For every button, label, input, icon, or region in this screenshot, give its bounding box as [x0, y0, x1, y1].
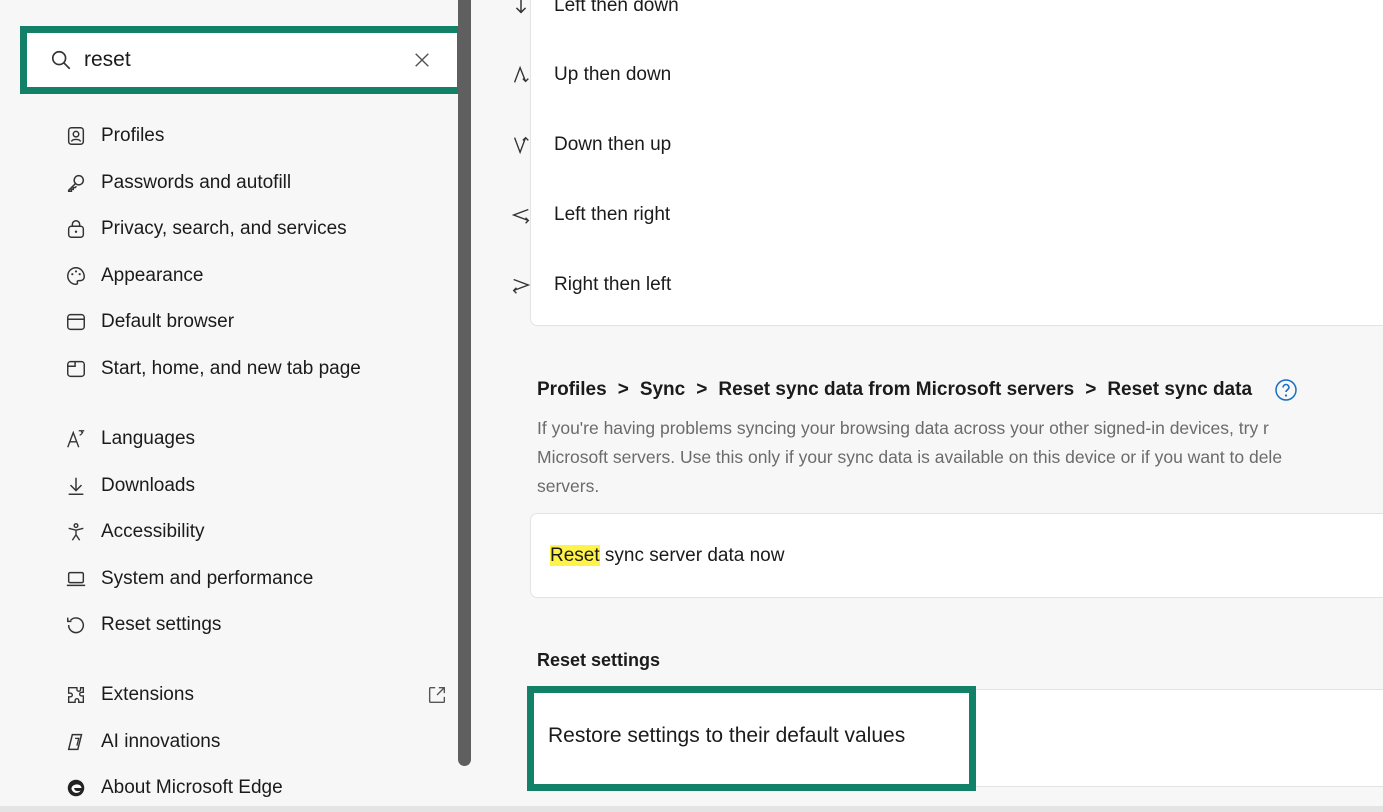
gesture-label: Right then left: [554, 274, 672, 295]
sidebar-item-downloads[interactable]: Downloads: [64, 471, 414, 501]
home-tab-icon: [64, 357, 88, 381]
gesture-label: Up then down: [554, 64, 672, 85]
sidebar-item-default-browser[interactable]: Default browser: [64, 307, 414, 337]
gesture-up-down-icon: [510, 64, 532, 86]
description-line: If you're having problems syncing your b…: [537, 418, 1269, 438]
sidebar-item-label: Appearance: [101, 265, 204, 286]
sidebar-item-ai-innovations[interactable]: AI innovations: [64, 727, 414, 757]
gesture-row[interactable]: Left then right: [511, 200, 671, 230]
bottom-divider: [0, 806, 1383, 812]
sidebar-item-label: Default browser: [101, 311, 235, 332]
row-label-rest: sync server data now: [599, 545, 785, 566]
lock-icon: [64, 217, 88, 241]
profiles-icon: [64, 124, 88, 148]
close-icon[interactable]: [413, 51, 431, 69]
sidebar-item-label: Start, home, and new tab page: [101, 358, 361, 379]
browser-icon: [64, 310, 88, 334]
language-icon: [64, 427, 88, 451]
sidebar-item-accessibility[interactable]: Accessibility: [64, 517, 414, 547]
sidebar-item-label: Accessibility: [101, 521, 205, 542]
sidebar-item-appearance[interactable]: Appearance: [64, 261, 414, 291]
external-link-icon: [428, 686, 446, 704]
search-icon: [51, 50, 71, 70]
accessibility-icon: [64, 520, 88, 544]
sidebar-item-languages[interactable]: Languages: [64, 424, 414, 454]
breadcrumb-item[interactable]: Sync: [640, 379, 685, 401]
breadcrumb-separator: >: [696, 379, 708, 400]
search-match-highlight: Reset: [550, 545, 600, 566]
breadcrumb-separator: >: [1085, 379, 1097, 400]
palette-icon: [64, 264, 88, 288]
gesture-left-right-icon: [510, 204, 532, 226]
sidebar-item-extensions[interactable]: Extensions: [64, 680, 446, 710]
gesture-row[interactable]: Right then left: [512, 270, 672, 300]
sidebar-item-label: Profiles: [101, 125, 165, 146]
sync-description: If you're having problems syncing your b…: [537, 414, 1383, 501]
search-settings-box[interactable]: [20, 26, 464, 94]
sidebar-item-label: AI innovations: [101, 731, 221, 752]
sidebar-item-label: About Microsoft Edge: [101, 777, 283, 798]
restore-settings-row-label[interactable]: Restore settings to their default values: [548, 724, 905, 748]
help-icon[interactable]: [1274, 378, 1298, 402]
sidebar-item-label: Languages: [101, 428, 196, 449]
settings-sidebar: Profiles Passwords and autofill Privacy,…: [0, 0, 472, 812]
key-icon: [64, 171, 88, 195]
breadcrumb-item[interactable]: Reset sync data: [1107, 379, 1252, 401]
sidebar-item-label: Downloads: [101, 475, 195, 496]
gesture-row[interactable]: Down then up: [513, 130, 672, 160]
breadcrumb: Profiles > Sync > Reset sync data from M…: [537, 378, 1298, 402]
sidebar-item-start-home[interactable]: Start, home, and new tab page: [64, 354, 414, 384]
gesture-label: Left then down: [554, 0, 679, 16]
description-line: Microsoft servers. Use this only if your…: [537, 447, 1283, 467]
download-icon: [64, 474, 88, 498]
gesture-right-left-icon: [510, 274, 532, 296]
reset-settings-heading: Reset settings: [537, 650, 661, 670]
description-line: servers.: [537, 476, 600, 496]
ai-icon: [64, 730, 88, 754]
gesture-row[interactable]: Left then down: [515, 0, 679, 21]
sidebar-item-label: Privacy, search, and services: [101, 218, 347, 239]
sidebar-item-label: Extensions: [101, 684, 194, 705]
breadcrumb-item[interactable]: Reset sync data from Microsoft servers: [718, 379, 1074, 401]
sidebar-item-profiles[interactable]: Profiles: [64, 121, 414, 151]
sidebar-item-passwords[interactable]: Passwords and autofill: [64, 168, 414, 198]
sidebar-item-reset-settings[interactable]: Reset settings: [64, 610, 414, 640]
gesture-row[interactable]: Up then down: [513, 60, 672, 90]
gesture-label: Left then right: [554, 204, 671, 225]
sidebar-item-system[interactable]: System and performance: [64, 564, 414, 594]
laptop-icon: [64, 567, 88, 591]
sidebar-item-about-edge[interactable]: About Microsoft Edge: [64, 773, 414, 803]
sidebar-scrollbar[interactable]: [458, 0, 471, 766]
puzzle-icon: [64, 683, 88, 707]
search-input[interactable]: [84, 48, 413, 72]
gesture-down-up-icon: [510, 134, 532, 156]
sidebar-item-privacy[interactable]: Privacy, search, and services: [64, 214, 414, 244]
sidebar-item-label: Reset settings: [101, 614, 222, 635]
gesture-left-down-icon: [510, 0, 532, 17]
reset-icon: [64, 613, 88, 637]
breadcrumb-item[interactable]: Profiles: [537, 379, 607, 401]
sidebar-item-label: System and performance: [101, 568, 314, 589]
breadcrumb-separator: >: [617, 379, 629, 400]
gesture-label: Down then up: [554, 134, 672, 155]
edge-logo-icon: [64, 776, 88, 800]
reset-sync-row-label[interactable]: Reset sync server data now: [550, 545, 784, 567]
sidebar-item-label: Passwords and autofill: [101, 172, 292, 193]
